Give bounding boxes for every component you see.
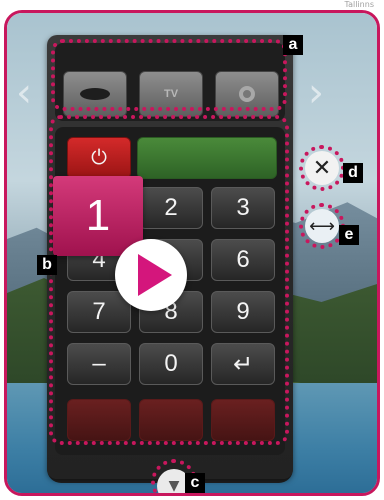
callout-label-d: d xyxy=(343,163,363,183)
callout-label-b: b xyxy=(37,255,57,275)
next-arrow-icon[interactable]: › xyxy=(307,65,325,121)
callout-b-outline xyxy=(49,115,289,445)
callout-d-outline xyxy=(299,145,345,191)
callout-label-e: e xyxy=(339,225,359,245)
tv-screen-frame: ‹ › TV ⏻ 1 2 3 4 5 6 7 8 xyxy=(4,10,380,496)
corner-text: Tallinns xyxy=(344,0,374,9)
callout-label-c: c xyxy=(185,473,205,493)
callout-a-outline xyxy=(51,39,287,111)
callout-label-a: a xyxy=(283,35,303,55)
previous-arrow-icon[interactable]: ‹ xyxy=(15,65,33,121)
